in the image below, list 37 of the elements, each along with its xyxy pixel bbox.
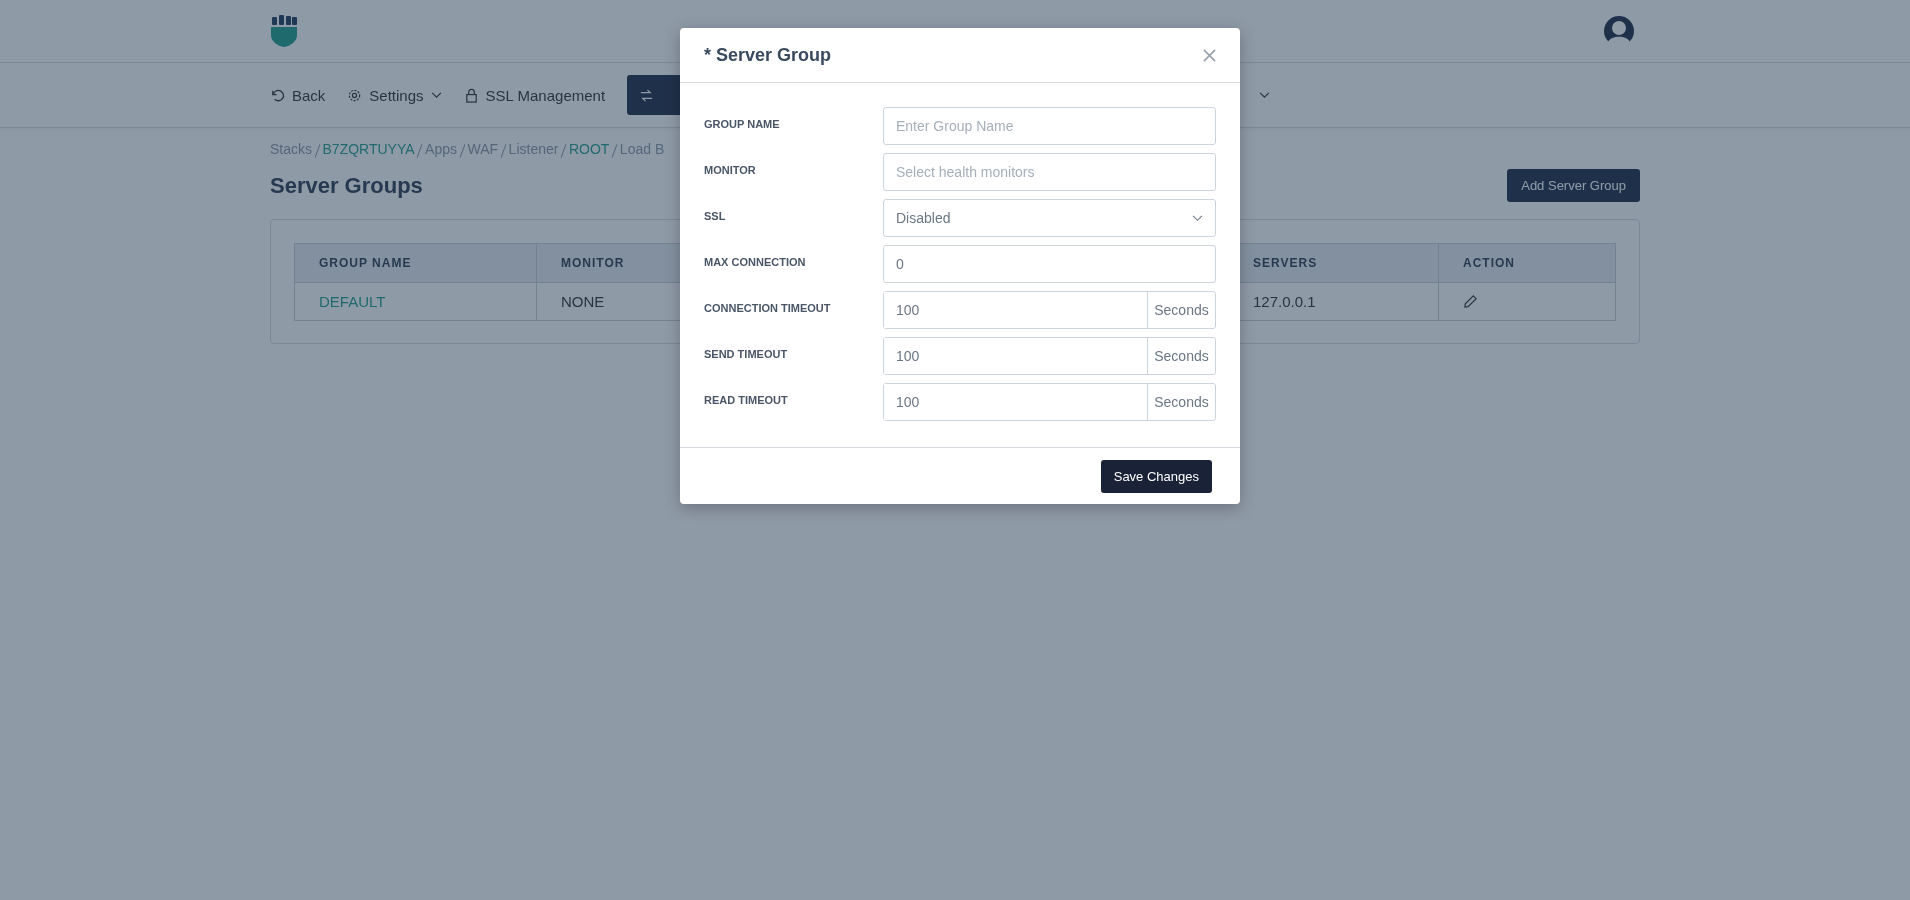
input-field[interactable]: 100 Seconds [883,337,1216,375]
chevron-down-icon[interactable] [1259,91,1271,99]
input-suffix: Seconds [1153,301,1210,320]
field-label: GROUP NAME [704,117,781,130]
lock-icon [463,87,479,103]
input-field[interactable]: Select health monitors [883,153,1216,191]
nav-link[interactable]: Back [270,86,326,104]
field-label: SSL [704,209,727,222]
shield-logo-icon[interactable] [270,15,298,47]
field-label: MAX CONNECTION [704,255,807,268]
swap-arrows-icon [639,87,655,103]
input-field[interactable]: 100 Seconds [883,291,1216,329]
page-title: Server Groups [270,172,423,199]
nav-link[interactable]: Settings [347,86,442,104]
input-field[interactable]: 0 [883,245,1216,283]
dialog-title: * Server Group [704,44,832,66]
input-suffix: Seconds [1153,393,1210,412]
input-field[interactable]: 100 Seconds [883,383,1216,421]
field-label: READ TIMEOUT [704,393,789,406]
chevron-down-icon [430,91,442,99]
close-icon[interactable] [1203,48,1216,62]
avatar-icon[interactable] [1603,15,1635,47]
nav-link[interactable]: SSL Management [463,86,606,104]
column-header: GROUP NAME [295,244,537,283]
settings-icon [347,87,363,103]
field-label: CONNECTION TIMEOUT [704,301,832,314]
add-server-group-button[interactable]: Add Server Group [1507,169,1640,202]
input-field[interactable]: Enter Group Name [883,107,1216,145]
undo-icon [270,87,285,103]
pencil-icon[interactable] [1463,294,1478,309]
field-label: SEND TIMEOUT [704,347,789,360]
column-header: ACTION [1439,244,1615,283]
field-label: MONITOR [704,163,757,176]
input-suffix: Seconds [1153,347,1210,366]
chevron-down-icon [1192,214,1203,222]
save-changes-button[interactable]: Save Changes [1100,460,1212,493]
select-field[interactable]: Disabled [883,199,1216,237]
